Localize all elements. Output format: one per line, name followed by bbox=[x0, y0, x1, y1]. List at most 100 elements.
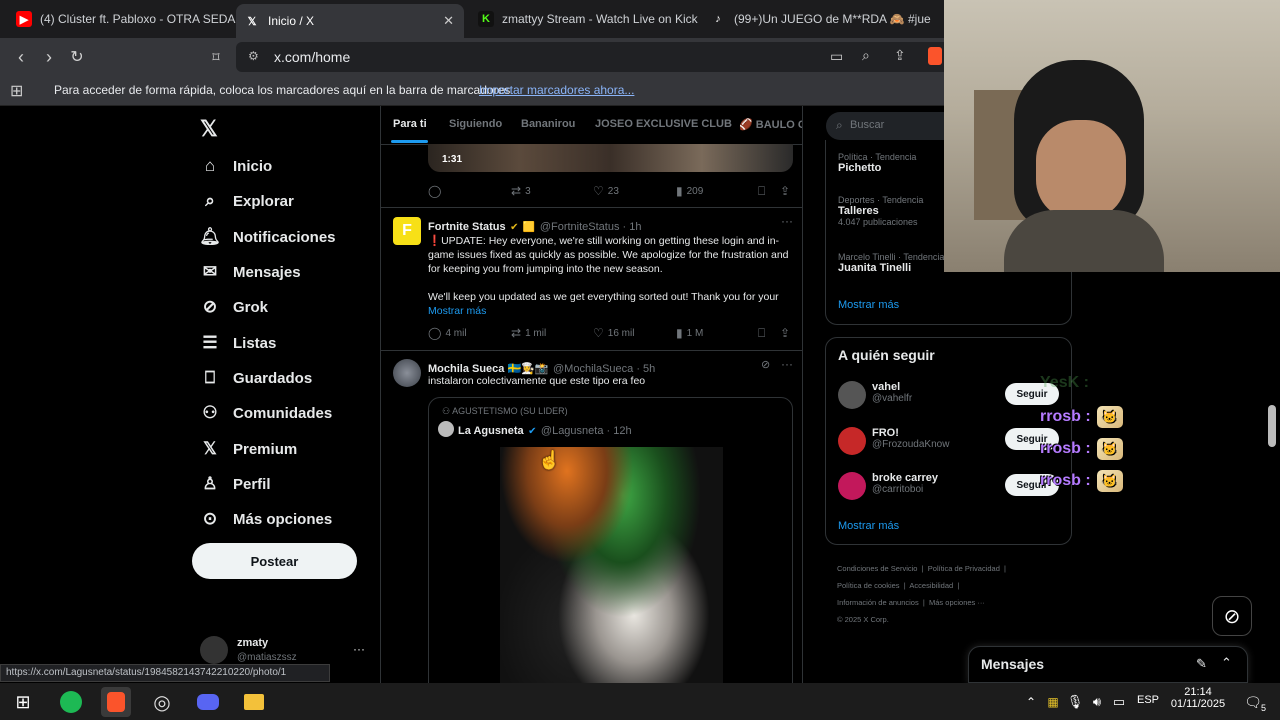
video-player[interactable]: 1:31 bbox=[428, 144, 793, 172]
avatar[interactable] bbox=[838, 427, 866, 455]
nav-lists[interactable]: ☰ Listas bbox=[200, 329, 276, 357]
forward-icon[interactable]: › bbox=[38, 46, 60, 68]
grok-explain-icon[interactable]: ⊘ bbox=[761, 358, 770, 371]
x-logo-icon[interactable]: 𝕏 bbox=[200, 116, 218, 142]
avatar[interactable] bbox=[838, 381, 866, 409]
brave-shield-icon[interactable] bbox=[928, 47, 942, 65]
zoom-icon[interactable]: ⌕ bbox=[862, 47, 870, 64]
tab-bananirou[interactable]: Bananirou bbox=[521, 118, 575, 130]
nav-explore[interactable]: ⌕ Explorar bbox=[200, 187, 294, 215]
tab-baulo[interactable]: 🏈 BAULO CL bbox=[739, 118, 802, 131]
avatar[interactable] bbox=[393, 359, 421, 387]
spotify-icon[interactable] bbox=[56, 687, 86, 717]
like-button[interactable]: ♡ 16 mil bbox=[593, 326, 634, 340]
like-button[interactable]: ♡ 23 bbox=[593, 184, 619, 198]
nav-home[interactable]: ⌂ Inicio bbox=[200, 152, 272, 180]
follow-suggestion[interactable]: vahel @vahelfr bbox=[872, 381, 912, 404]
obs-icon[interactable]: ◎ bbox=[147, 687, 177, 717]
repost-button[interactable]: ⇄ 1 mil bbox=[511, 326, 546, 340]
follow-suggestion[interactable]: broke carrey @carritoboi bbox=[872, 472, 938, 495]
account-switcher[interactable]: zmaty @matiaszssz ··· bbox=[200, 636, 370, 666]
nav-grok[interactable]: ⊘ Grok bbox=[200, 293, 268, 321]
footer-link[interactable]: Información de anuncios bbox=[837, 598, 919, 607]
browser-toolbar: ‹ › ↻ ⌑ ⚙ x.com/home ▭ ⌕ ⇪ bbox=[0, 38, 944, 76]
nav-notifications[interactable]: 🔔︎ Notificaciones bbox=[199, 223, 335, 251]
footer-link[interactable]: Accesibilidad bbox=[909, 581, 953, 590]
tab-joseo[interactable]: JOSEO EXCLUSIVE CLUB bbox=[595, 118, 732, 130]
post-photo[interactable] bbox=[500, 447, 723, 683]
show-more-link[interactable]: Mostrar más bbox=[838, 520, 899, 532]
nav-bookmarks[interactable]: ⎕ Guardados bbox=[200, 364, 312, 392]
avatar[interactable]: F bbox=[393, 217, 421, 245]
share-button[interactable]: ⇪ bbox=[780, 326, 794, 340]
tab-following[interactable]: Siguiendo bbox=[449, 118, 502, 130]
user-name: broke carrey bbox=[872, 472, 939, 484]
import-bookmarks-link[interactable]: Importar marcadores ahora... bbox=[479, 83, 634, 97]
views-button[interactable]: ▮ 209 bbox=[676, 184, 703, 198]
trend-item[interactable]: Marcelo Tinelli · Tendencia Juanita Tine… bbox=[838, 252, 944, 274]
repost-button[interactable]: ⇄ 3 bbox=[511, 184, 531, 198]
share-icon[interactable]: ⇪ bbox=[894, 47, 906, 64]
avatar[interactable] bbox=[838, 472, 866, 500]
new-message-icon[interactable]: ✎ bbox=[1196, 656, 1207, 672]
site-settings-icon[interactable]: ⚙ bbox=[248, 49, 259, 63]
post-text: We'll keep you updated as we get everyth… bbox=[428, 291, 779, 303]
file-explorer-icon[interactable] bbox=[239, 687, 269, 717]
follow-suggestion[interactable]: FRO! @FrozoudaKnow bbox=[872, 427, 949, 450]
discord-icon[interactable] bbox=[193, 687, 223, 717]
bookmark-page-icon[interactable]: ⌑ bbox=[205, 46, 227, 68]
language-indicator[interactable]: ESP bbox=[1137, 694, 1159, 706]
footer-link[interactable]: Política de Privacidad bbox=[928, 564, 1000, 573]
tab-tiktok[interactable]: ♪ (99+)Un JUEGO de M**RDA 🙈 #jue bbox=[702, 4, 932, 34]
network-icon[interactable]: ▭ bbox=[1104, 687, 1134, 717]
reply-button[interactable]: ◯ 4 mil bbox=[428, 326, 467, 340]
notifications-icon[interactable]: 🗨︎ 5 bbox=[1238, 687, 1268, 717]
badge-icon: 🟨 bbox=[522, 222, 536, 233]
share-button[interactable]: ⇪ bbox=[780, 184, 794, 198]
expand-icon[interactable]: ⌃ bbox=[1221, 655, 1232, 671]
author-name[interactable]: Fortnite Status bbox=[428, 221, 506, 233]
windows-start-icon[interactable]: ⊞ bbox=[8, 687, 38, 717]
clock-date: 01/11/2025 bbox=[1170, 698, 1226, 710]
trend-item[interactable]: Política · Tendencia Pichetto bbox=[838, 152, 916, 174]
back-icon[interactable]: ‹ bbox=[10, 46, 32, 68]
views-button[interactable]: ▮ 1 M bbox=[676, 326, 703, 340]
bookmark-button[interactable]: ⎕ bbox=[758, 184, 769, 199]
cast-icon[interactable]: ▭ bbox=[830, 48, 843, 65]
post-header: Fortnite Status ✔ 🟨 @FortniteStatus · 1h bbox=[428, 217, 641, 235]
messages-drawer[interactable]: Mensajes ✎ ⌃ bbox=[968, 646, 1248, 683]
address-bar[interactable]: ⚙ x.com/home ▭ ⌕ ⇪ bbox=[236, 42, 944, 72]
more-icon[interactable]: ··· bbox=[781, 357, 793, 371]
footer-link[interactable]: Condiciones de Servicio bbox=[837, 564, 917, 573]
nav-more[interactable]: ⊙ Más opciones bbox=[200, 505, 332, 533]
reload-icon[interactable]: ↻ bbox=[66, 46, 88, 68]
tab-youtube[interactable]: ▶ (4) Clúster ft. Pabloxo - OTRA SEDA ( bbox=[8, 4, 236, 34]
close-tab-icon[interactable]: ✕ bbox=[443, 13, 454, 29]
footer-link[interactable]: Política de cookies bbox=[837, 581, 900, 590]
search-input[interactable]: ⌕ Buscar bbox=[826, 112, 944, 140]
post-button[interactable]: Postear bbox=[192, 543, 357, 579]
tab-x-home[interactable]: 𝕏 Inicio / X ✕ bbox=[236, 4, 464, 38]
scrollbar-thumb[interactable] bbox=[1268, 405, 1276, 447]
bookmark-button[interactable]: ⎕ bbox=[758, 326, 769, 341]
tab-kick[interactable]: K zmattyy Stream - Watch Live on Kick bbox=[470, 4, 698, 34]
reply-button[interactable]: ◯ bbox=[428, 184, 445, 198]
quoted-post[interactable]: ⚇ AGUSTETISMO (SU LIDER) La Agusneta ✔ @… bbox=[428, 397, 793, 683]
more-icon[interactable]: ··· bbox=[781, 214, 793, 228]
clock[interactable]: 21:14 01/11/2025 bbox=[1168, 686, 1228, 710]
nav-profile[interactable]: ♙ Perfil bbox=[200, 470, 270, 498]
nav-communities[interactable]: ⚇ Comunidades bbox=[200, 399, 332, 427]
show-more-link[interactable]: Mostrar más bbox=[428, 305, 486, 317]
nav-messages[interactable]: ✉ Mensajes bbox=[200, 258, 301, 286]
more-icon[interactable]: ··· bbox=[353, 642, 365, 656]
tab-for-you[interactable]: Para ti bbox=[393, 118, 427, 130]
nav-label: Explorar bbox=[233, 192, 294, 210]
show-more-link[interactable]: Mostrar más bbox=[838, 299, 899, 311]
nav-premium[interactable]: 𝕏 Premium bbox=[200, 435, 297, 463]
footer-link[interactable]: Más opciones ··· bbox=[929, 598, 985, 607]
apps-grid-icon[interactable]: ⊞ bbox=[10, 81, 23, 101]
post-text: ❗UPDATE: Hey everyone, we're still worki… bbox=[428, 235, 789, 275]
grok-icon[interactable]: ⊘ bbox=[1212, 596, 1252, 636]
trend-item[interactable]: Deportes · Tendencia Talleres 4.047 publ… bbox=[838, 195, 923, 227]
brave-icon[interactable] bbox=[101, 687, 131, 717]
